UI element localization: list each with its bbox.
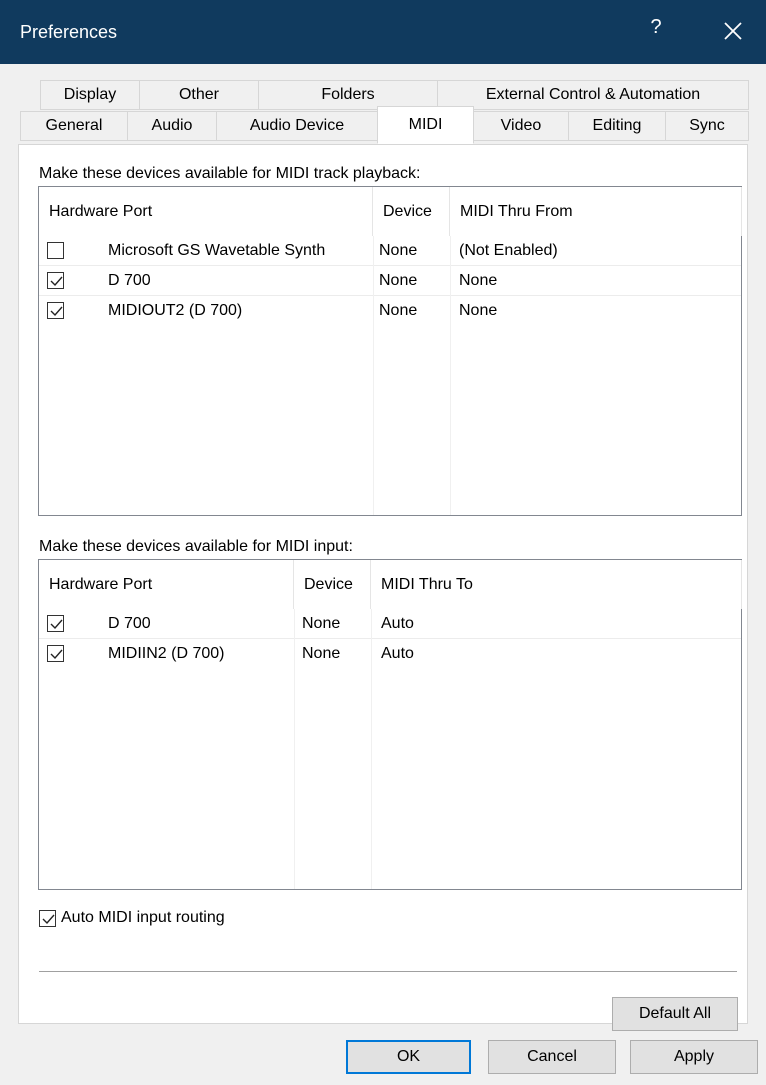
hardware-port-cell: Microsoft GS Wavetable Synth	[108, 242, 326, 259]
tab-editing[interactable]: Editing	[568, 111, 666, 141]
checkmark-icon	[50, 649, 63, 660]
checkmark-icon	[50, 276, 63, 287]
input-caption: Make these devices available for MIDI in…	[39, 538, 353, 555]
midi-thru-cell: Auto	[381, 645, 414, 662]
tab-video[interactable]: Video	[473, 111, 569, 141]
column-divider	[371, 609, 372, 889]
input-device-list[interactable]: Hardware Port Device MIDI Thru To D 700 …	[38, 559, 742, 890]
window-title: Preferences	[20, 22, 118, 42]
close-button[interactable]	[718, 16, 748, 46]
default-all-button[interactable]: Default All	[612, 997, 738, 1031]
table-row[interactable]: MIDIOUT2 (D 700) None None	[39, 296, 741, 326]
tab-sync[interactable]: Sync	[665, 111, 749, 141]
column-header-device[interactable]: Device	[294, 560, 371, 609]
table-row[interactable]: MIDIIN2 (D 700) None Auto	[39, 639, 741, 669]
apply-button[interactable]: Apply	[630, 1040, 758, 1074]
checkmark-icon	[42, 914, 55, 924]
table-row[interactable]: D 700 None Auto	[39, 609, 741, 639]
hardware-port-cell: D 700	[108, 272, 151, 289]
midi-thru-cell: Auto	[381, 615, 414, 632]
help-button[interactable]: ?	[646, 16, 666, 46]
tab-audio[interactable]: Audio	[127, 111, 217, 141]
divider	[39, 971, 737, 972]
midi-thru-cell: None	[459, 302, 498, 319]
auto-midi-routing-label: Auto MIDI input routing	[61, 909, 225, 926]
column-header-hardware-port[interactable]: Hardware Port	[39, 187, 373, 236]
playback-device-list[interactable]: Hardware Port Device MIDI Thru From Micr…	[38, 186, 742, 516]
hardware-port-cell: D 700	[108, 615, 151, 632]
device-cell: None	[302, 615, 341, 632]
tab-external-control[interactable]: External Control & Automation	[437, 80, 749, 110]
device-cell: None	[379, 272, 418, 289]
device-cell: None	[302, 645, 341, 662]
midi-thru-cell: None	[459, 272, 498, 289]
column-divider	[450, 236, 451, 515]
tab-midi[interactable]: MIDI	[377, 106, 474, 144]
tab-other[interactable]: Other	[139, 80, 259, 110]
hardware-port-cell: MIDIOUT2 (D 700)	[108, 302, 243, 319]
playback-row-checkbox[interactable]	[47, 302, 64, 319]
input-row-checkbox[interactable]	[47, 645, 64, 662]
tab-audio-device[interactable]: Audio Device	[216, 111, 378, 141]
title-bar: Preferences ?	[0, 0, 766, 64]
column-divider	[373, 236, 374, 515]
column-header-hardware-port[interactable]: Hardware Port	[39, 560, 294, 609]
checkmark-icon	[50, 619, 63, 630]
playback-row-checkbox[interactable]	[47, 242, 64, 259]
table-row[interactable]: D 700 None None	[39, 266, 741, 296]
input-row-checkbox[interactable]	[47, 615, 64, 632]
cancel-button[interactable]: Cancel	[488, 1040, 616, 1074]
column-divider	[294, 609, 295, 889]
hardware-port-cell: MIDIIN2 (D 700)	[108, 645, 225, 662]
close-icon	[724, 22, 742, 40]
auto-midi-routing-option[interactable]: Auto MIDI input routing	[39, 905, 225, 931]
tab-display[interactable]: Display	[40, 80, 140, 110]
playback-row-checkbox[interactable]	[47, 272, 64, 289]
checkmark-icon	[50, 306, 63, 317]
tab-general[interactable]: General	[20, 111, 128, 141]
column-header-midi-thru-from[interactable]: MIDI Thru From	[450, 187, 742, 236]
auto-midi-routing-checkbox[interactable]	[39, 909, 56, 927]
ok-button[interactable]: OK	[346, 1040, 471, 1074]
device-cell: None	[379, 242, 418, 259]
table-row[interactable]: Microsoft GS Wavetable Synth None (Not E…	[39, 236, 741, 266]
playback-caption: Make these devices available for MIDI tr…	[39, 165, 421, 182]
device-cell: None	[379, 302, 418, 319]
midi-thru-cell: (Not Enabled)	[459, 242, 558, 259]
column-header-midi-thru-to[interactable]: MIDI Thru To	[371, 560, 742, 609]
column-header-device[interactable]: Device	[373, 187, 450, 236]
